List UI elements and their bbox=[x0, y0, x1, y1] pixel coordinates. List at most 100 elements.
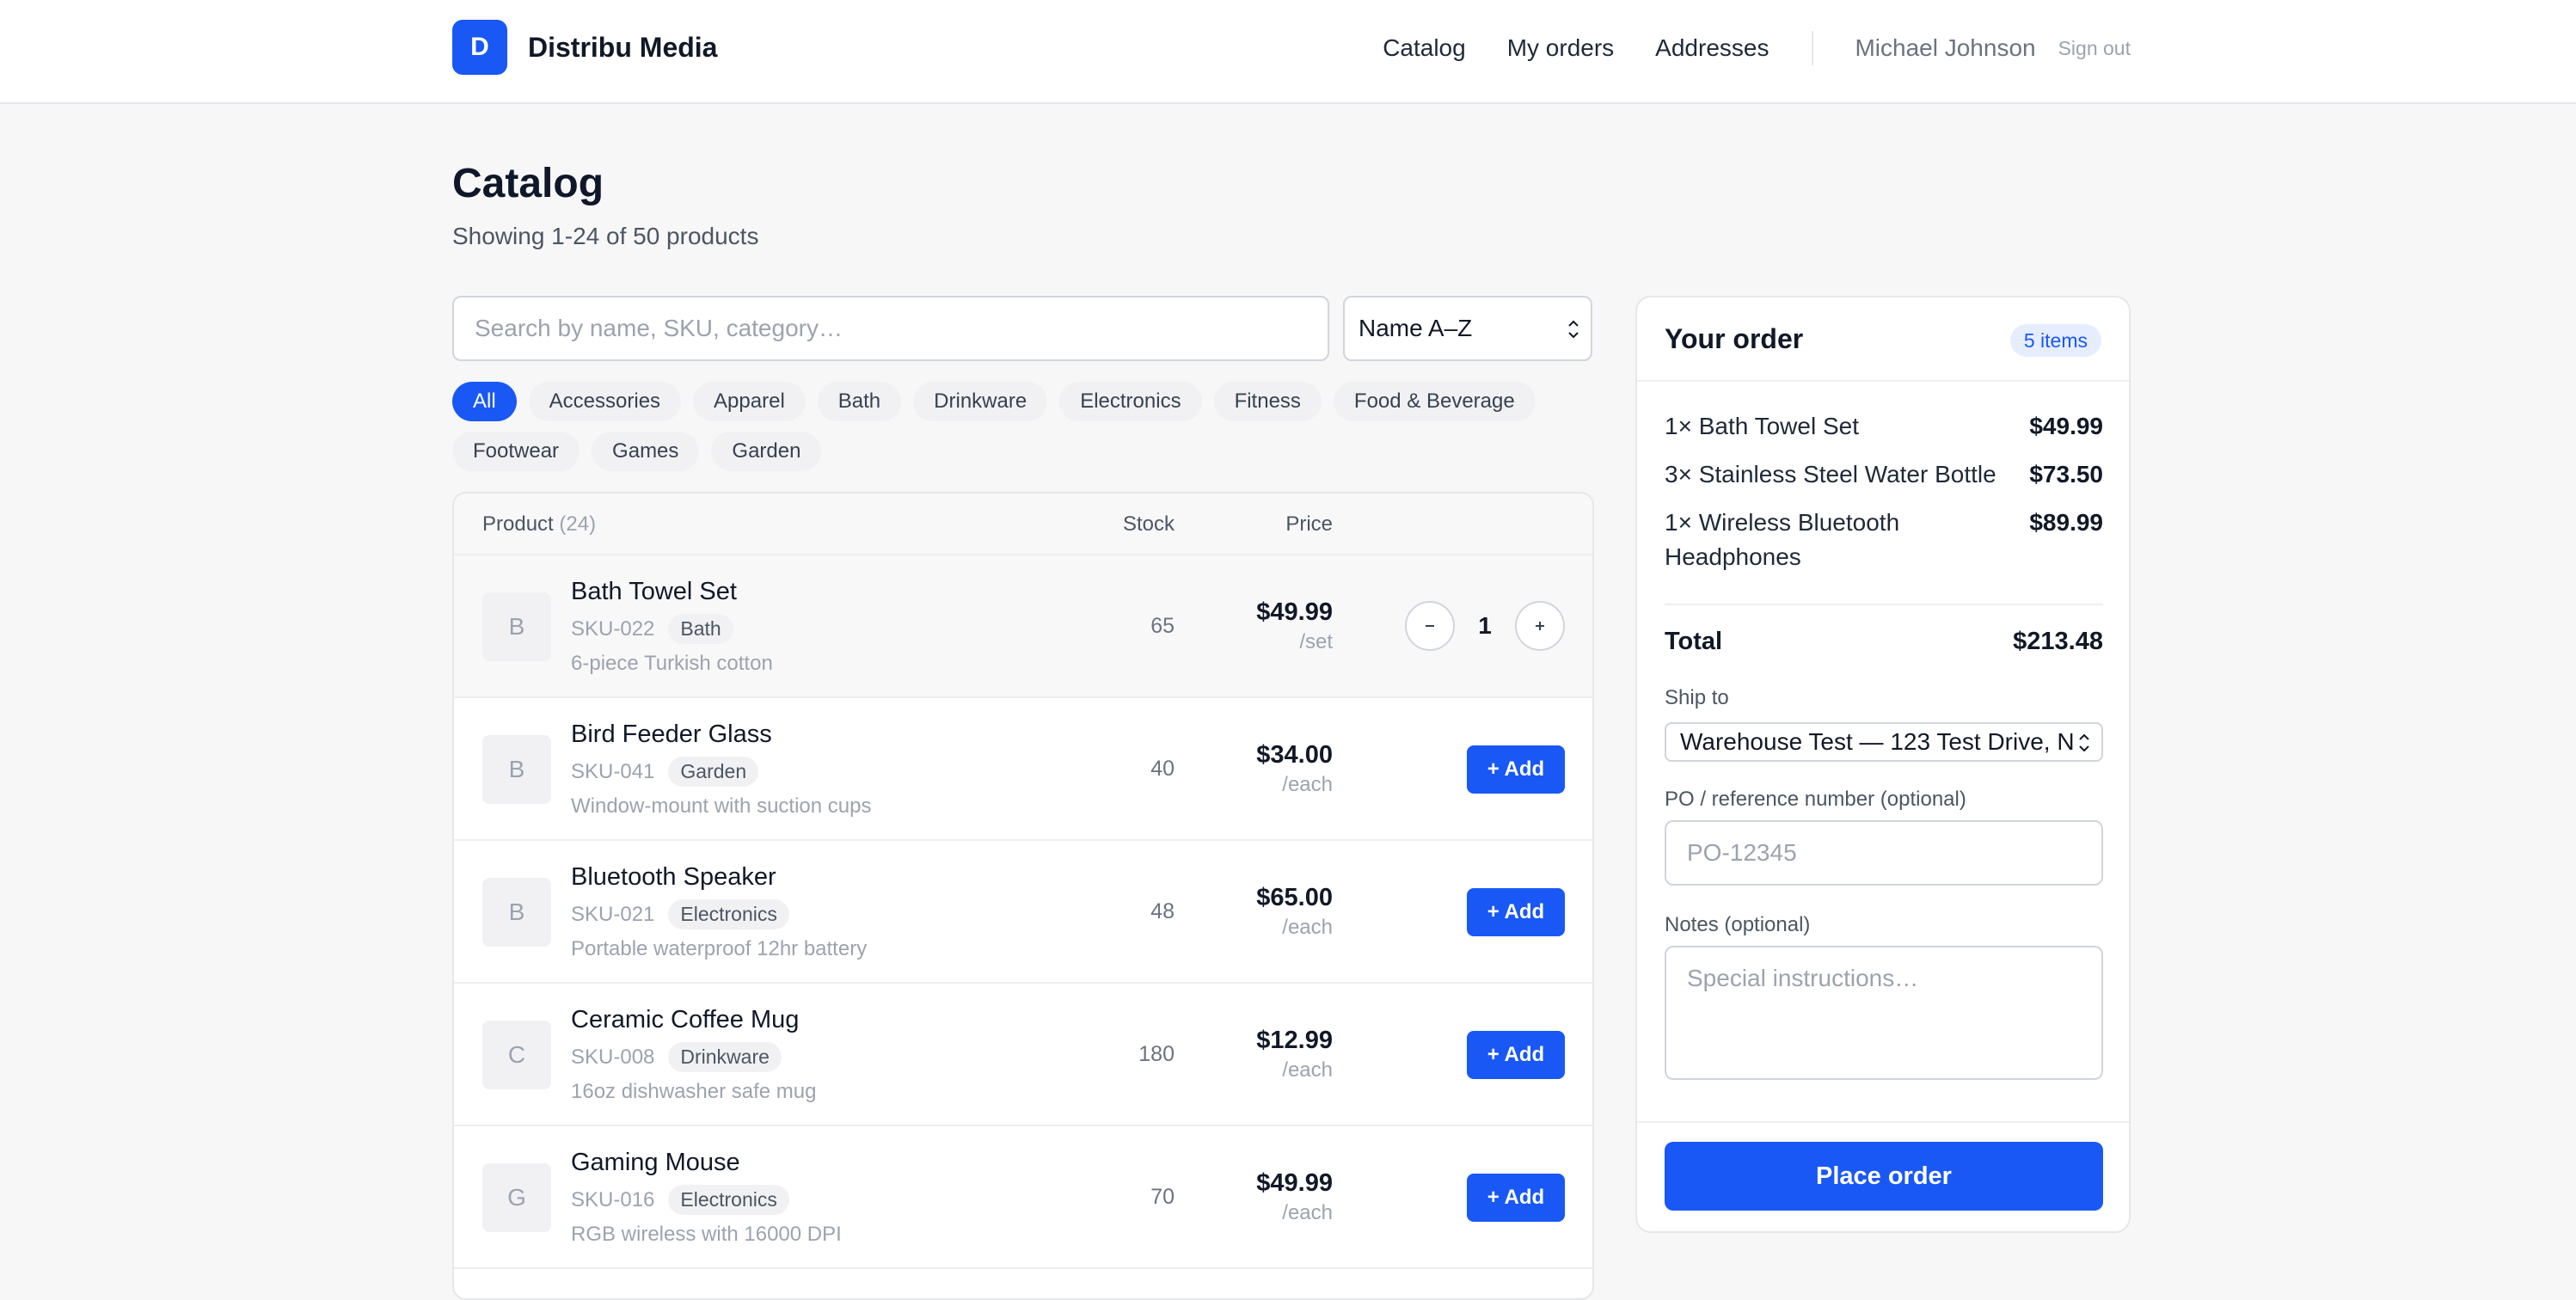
minus-icon bbox=[1426, 625, 1434, 627]
category-chip-accessories[interactable]: Accessories bbox=[528, 382, 682, 421]
select-chevron-icon bbox=[1568, 320, 1579, 339]
place-order-button[interactable]: Place order bbox=[1665, 1142, 2103, 1211]
add-to-order-button[interactable]: + Add bbox=[1467, 745, 1565, 794]
category-chip-drinkware[interactable]: Drinkware bbox=[913, 382, 1048, 421]
product-sku: SKU-022 bbox=[571, 616, 655, 641]
product-meta: SKU-022 Bath bbox=[571, 614, 733, 644]
category-chip-footwear[interactable]: Footwear bbox=[452, 432, 580, 471]
brand-name: Distribu Media bbox=[528, 31, 718, 63]
order-header: Your order 5 items bbox=[1637, 297, 2129, 382]
category-tag: Electronics bbox=[668, 899, 789, 929]
product-price: $49.99 /set bbox=[1256, 598, 1333, 654]
sign-out-link[interactable]: Sign out bbox=[2058, 37, 2131, 60]
category-filter: All Accessories Apparel Bath Drinkware E… bbox=[452, 382, 1604, 481]
select-chevron-icon bbox=[2079, 733, 2089, 752]
nav-my-orders-link[interactable]: My orders bbox=[1507, 34, 1614, 62]
price-unit: /each bbox=[1282, 1201, 1333, 1224]
brand-logo: D bbox=[452, 20, 507, 75]
table-row[interactable]: B Bath Towel Set SKU-022 Bath 6-piece Tu… bbox=[454, 555, 1592, 698]
page-title: Catalog bbox=[452, 161, 604, 206]
product-price: $34.00 /each bbox=[1256, 741, 1333, 797]
user-name: Michael Johnson bbox=[1855, 34, 2036, 61]
price-unit: /each bbox=[1282, 916, 1333, 939]
search-input[interactable] bbox=[452, 296, 1329, 361]
product-price: $65.00 /each bbox=[1256, 884, 1333, 940]
column-header-product: Product (24) bbox=[482, 512, 597, 536]
product-description: 16oz dishwasher safe mug bbox=[571, 1080, 817, 1103]
table-row[interactable]: B Bird Feeder Glass SKU-041 Garden Windo… bbox=[454, 698, 1592, 841]
category-chip-electronics[interactable]: Electronics bbox=[1059, 382, 1202, 421]
product-name: Bath Towel Set bbox=[571, 578, 737, 605]
brand[interactable]: D Distribu Media bbox=[452, 20, 717, 75]
category-chip-fitness[interactable]: Fitness bbox=[1213, 382, 1322, 421]
increase-quantity-button[interactable] bbox=[1515, 601, 1565, 651]
product-thumbnail: B bbox=[482, 878, 551, 947]
add-to-order-button[interactable]: + Add bbox=[1467, 1031, 1565, 1079]
order-panel: Your order 5 items 1× Bath Towel Set $49… bbox=[1635, 296, 2131, 1233]
plus-icon bbox=[1536, 622, 1544, 630]
add-to-order-button[interactable]: + Add bbox=[1467, 888, 1565, 936]
price-amount: $65.00 bbox=[1256, 884, 1333, 911]
line-item-name: 3× Stainless Steel Water Bottle bbox=[1665, 461, 1996, 488]
price-unit: /each bbox=[1282, 773, 1333, 796]
category-chip-apparel[interactable]: Apparel bbox=[693, 382, 806, 421]
product-stock: 65 bbox=[1150, 614, 1175, 638]
category-tag: Garden bbox=[668, 757, 759, 787]
line-item-price: $73.50 bbox=[2029, 461, 2103, 488]
decrease-quantity-button[interactable] bbox=[1405, 601, 1455, 651]
nav-divider bbox=[1812, 31, 1814, 65]
product-description: Window-mount with suction cups bbox=[571, 794, 872, 818]
total-amount: $213.48 bbox=[2013, 628, 2103, 655]
results-summary: Showing 1-24 of 50 products bbox=[452, 223, 759, 249]
sort-selected-value: Name A–Z bbox=[1359, 315, 1473, 341]
line-item-price: $49.99 bbox=[2029, 413, 2103, 439]
main-nav: Catalog My orders Addresses Michael John… bbox=[1341, 31, 2131, 65]
order-title: Your order bbox=[1665, 323, 1804, 354]
category-tag: Electronics bbox=[668, 1185, 789, 1215]
price-amount: $12.99 bbox=[1256, 1027, 1333, 1054]
nav-catalog-link[interactable]: Catalog bbox=[1383, 34, 1466, 62]
product-sku: SKU-021 bbox=[571, 902, 655, 926]
product-description: RGB wireless with 16000 DPI bbox=[571, 1223, 842, 1246]
product-meta: SKU-008 Drinkware bbox=[571, 1042, 782, 1072]
product-thumbnail: C bbox=[482, 1021, 551, 1089]
order-footer-divider bbox=[1637, 1121, 2129, 1123]
order-lines: 1× Bath Towel Set $49.99 3× Stainless St… bbox=[1665, 409, 2103, 588]
product-name: Bluetooth Speaker bbox=[571, 863, 776, 891]
product-stock: 70 bbox=[1150, 1185, 1175, 1209]
add-to-order-button[interactable]: + Add bbox=[1467, 1174, 1565, 1222]
sort-select[interactable]: Name A–Z bbox=[1343, 296, 1592, 361]
product-name: Bird Feeder Glass bbox=[571, 721, 772, 748]
product-price: $49.99 /each bbox=[1256, 1169, 1333, 1225]
price-amount: $49.99 bbox=[1256, 598, 1333, 626]
product-meta: SKU-021 Electronics bbox=[571, 899, 789, 929]
category-chip-all[interactable]: All bbox=[452, 382, 517, 421]
line-item-name: 1× Wireless Bluetooth Headphones bbox=[1665, 509, 1900, 570]
category-chip-food-beverage[interactable]: Food & Beverage bbox=[1333, 382, 1536, 421]
category-chip-games[interactable]: Games bbox=[592, 432, 700, 471]
product-thumbnail: B bbox=[482, 735, 551, 804]
category-chip-bath[interactable]: Bath bbox=[817, 382, 902, 421]
category-tag: Bath bbox=[668, 614, 733, 644]
product-sku: SKU-041 bbox=[571, 759, 655, 783]
table-row[interactable]: C Ceramic Coffee Mug SKU-008 Drinkware 1… bbox=[454, 984, 1592, 1126]
ship-to-select[interactable]: Warehouse Test — 123 Test Drive, N bbox=[1665, 722, 2103, 762]
product-stock: 180 bbox=[1138, 1042, 1175, 1066]
product-table: Product (24) Stock Price B Bath Towel Se… bbox=[452, 492, 1594, 1300]
product-sku: SKU-016 bbox=[571, 1187, 655, 1211]
order-line-item: 1× Wireless Bluetooth Headphones $89.99 bbox=[1665, 506, 2103, 574]
top-navbar: D Distribu Media Catalog My orders Addre… bbox=[0, 0, 2576, 104]
nav-addresses-link[interactable]: Addresses bbox=[1655, 34, 1769, 62]
total-label: Total bbox=[1665, 628, 1723, 655]
product-stock: 48 bbox=[1150, 899, 1175, 923]
product-stock: 40 bbox=[1150, 757, 1175, 781]
table-row[interactable]: G Gaming Mouse SKU-016 Electronics RGB w… bbox=[454, 1126, 1592, 1269]
table-header: Product (24) Stock Price bbox=[454, 494, 1592, 555]
order-line-item: 1× Bath Towel Set $49.99 bbox=[1665, 409, 2103, 444]
notes-textarea[interactable] bbox=[1665, 946, 2103, 1080]
table-row[interactable]: B Bluetooth Speaker SKU-021 Electronics … bbox=[454, 841, 1592, 984]
category-chip-garden[interactable]: Garden bbox=[711, 432, 822, 471]
product-name: Gaming Mouse bbox=[571, 1149, 740, 1176]
po-number-input[interactable] bbox=[1665, 820, 2103, 886]
product-description: 6-piece Turkish cotton bbox=[571, 652, 773, 675]
